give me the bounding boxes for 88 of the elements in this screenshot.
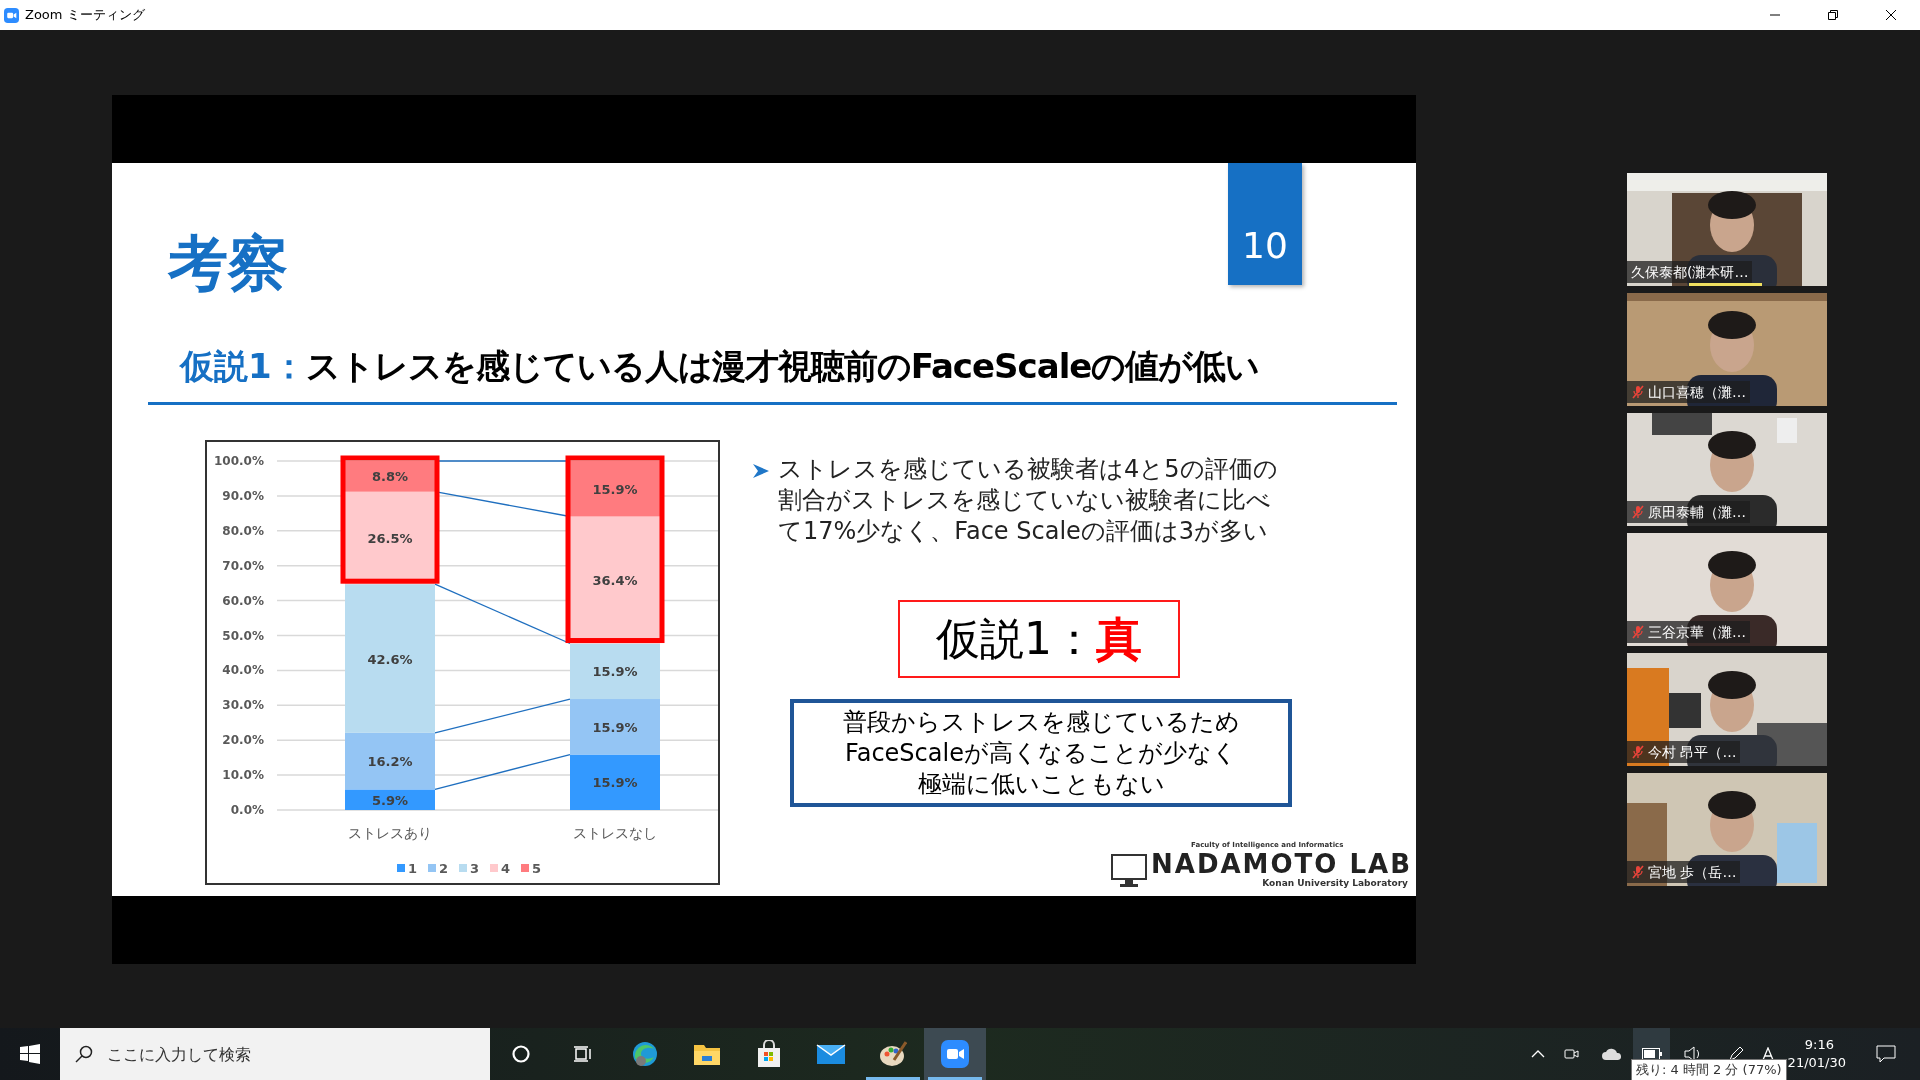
verdict-label: 仮説1： [936,612,1096,666]
logo-subtitle: Konan University Laboratory [1262,878,1408,888]
data-label: 5.9% [371,792,409,808]
video-camera-icon [941,1040,969,1068]
legend-label: 2 [439,861,449,876]
chevron-up-icon[interactable] [1531,1049,1545,1059]
envelope-icon [816,1042,846,1066]
battery-tooltip: 残り: 4 時間 2 分 (77%) [1631,1059,1787,1080]
clock-date: 21/01/30 [1787,1054,1846,1072]
axis-label: 40.0% [222,663,264,678]
verdict-value: 真 [1096,610,1142,668]
participant-video[interactable]: 今村 昂平（… [1627,653,1827,766]
legend-label: 4 [501,861,511,876]
participant-name: 宮地 歩（岳… [1648,862,1737,882]
participant-video[interactable]: 山口喜穂（灘… [1627,293,1827,406]
data-label: 26.5% [367,530,413,546]
axis-label: 10.0% [222,768,264,783]
pen-icon[interactable] [1728,1046,1744,1062]
input-method-icon[interactable] [1762,1047,1774,1061]
cloud-icon[interactable] [1601,1047,1623,1061]
legend-label: 5 [532,861,542,876]
logo-name: NADAMOTO LAB [1151,850,1412,878]
muted-microphone-icon [1631,865,1645,879]
data-label: 15.9% [592,775,638,791]
participant-video[interactable]: 久保泰都(灘本研… [1627,173,1827,286]
speaker-icon[interactable] [1684,1046,1702,1062]
data-label: 42.6% [367,651,413,667]
bullet-text: ストレスを感じている被験者は4と5の評価の 割合がストレスを感じていない被験者に比べ て17%少なく、Face Scaleの評価は3が多い [778,454,1278,547]
window-title: Zoom ミーティング [25,6,145,25]
arrow-bullet-icon [752,462,770,480]
search-field[interactable]: ここに入力して検索 [60,1028,490,1080]
data-label: 15.9% [592,481,638,497]
data-label: 16.2% [367,754,413,770]
axis-label: 30.0% [222,698,264,713]
participant-name: 久保泰都(灘本研… [1631,262,1749,282]
restore-icon [1828,10,1838,20]
close-icon [1886,10,1896,20]
muted-microphone-icon [1631,385,1645,399]
participant-name: 山口喜穂（灘… [1648,382,1746,402]
axis-label: 50.0% [222,628,264,643]
hypothesis-text: ストレスを感じている人は漫才視聴前のFaceScaleの値が低い [305,345,1260,388]
battery-icon [1641,1048,1662,1060]
muted-microphone-icon [1631,745,1645,759]
legend-swatch [490,864,498,872]
muted-microphone-icon [1631,505,1645,519]
browser-icon [631,1040,659,1068]
page-number: 10 [1228,163,1302,285]
slide-heading: 考察 [168,231,288,295]
legend-swatch [521,864,529,872]
axis-label: 20.0% [222,733,264,748]
taskbar-app-button[interactable] [924,1028,986,1080]
shopping-bag-icon [756,1040,782,1068]
category-label: ストレスなし [573,825,657,841]
task-view-icon [573,1044,593,1064]
participant-video[interactable]: 三谷京華（灘… [1627,533,1827,646]
data-label: 15.9% [592,664,638,680]
video-camera-icon [4,7,19,23]
windows-icon [20,1044,40,1064]
axis-label: 70.0% [222,558,264,573]
legend-swatch [397,864,405,872]
participant-name: 三谷京華（灘… [1648,622,1746,642]
axis-label: 60.0% [222,593,264,608]
hypothesis-label: 仮説1： [180,345,306,388]
axis-label: 0.0% [230,803,264,817]
data-label: 36.4% [592,573,638,588]
folder-icon [693,1042,721,1066]
participant-video[interactable]: 原田泰輔（灘… [1627,413,1827,526]
category-label: ストレスあり [348,825,432,841]
axis-label: 100.0% [214,454,264,468]
participant-video[interactable]: 宮地 歩（岳… [1627,773,1827,886]
participant-name: 原田泰輔（灘… [1648,502,1746,522]
muted-microphone-icon [1631,625,1645,639]
monitor-icon [1111,854,1148,888]
data-label: 8.8% [371,469,409,485]
search-icon [75,1045,93,1063]
notification-icon[interactable] [1876,1045,1896,1063]
circle-icon [511,1044,531,1064]
legend-label: 3 [470,861,480,876]
data-label: 15.9% [592,719,638,735]
paint-palette-icon [879,1040,907,1068]
axis-label: 80.0% [222,523,264,538]
legend-swatch [459,864,467,872]
participant-name: 今村 昂平（… [1648,742,1737,762]
axis-label: 90.0% [222,488,264,503]
conclusion-box: 普段からストレスを感じているため FaceScaleが高くなることが少なく 極端に低いこともない [790,699,1292,807]
legend-label: 1 [408,861,418,876]
clock-time: 9:16 [1804,1036,1834,1054]
legend-swatch [428,864,436,872]
